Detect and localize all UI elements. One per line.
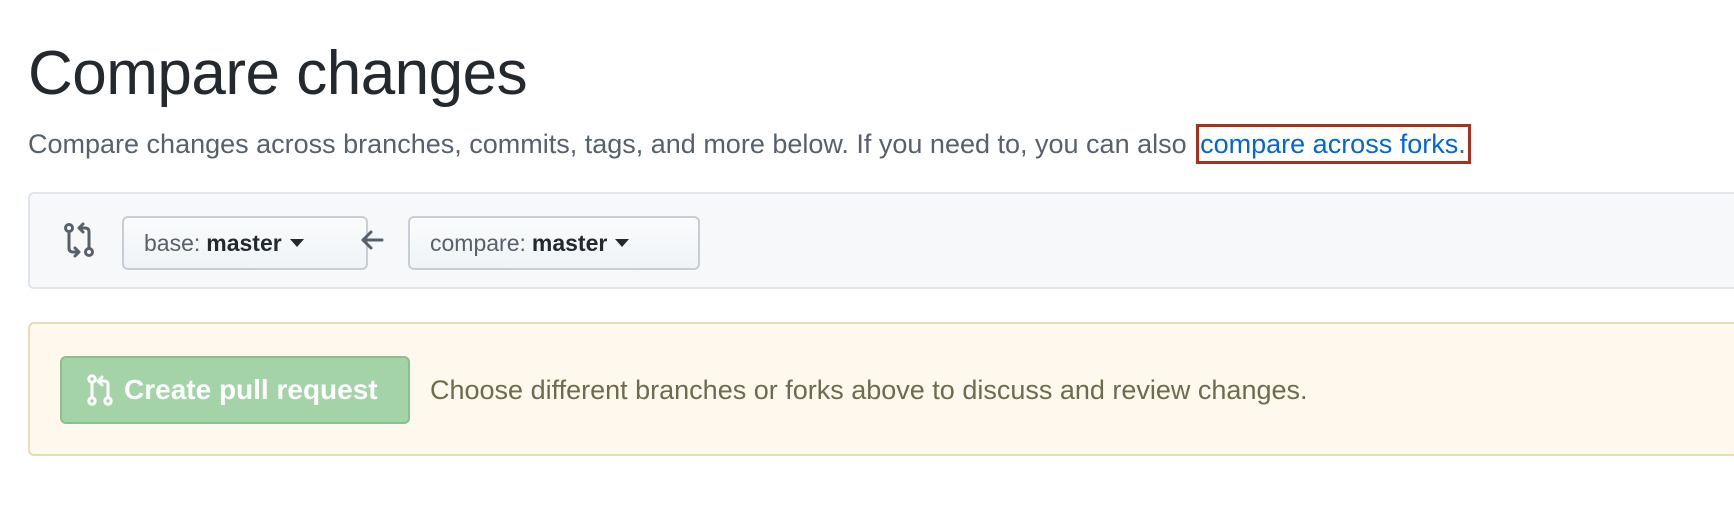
- base-label: base:: [144, 229, 201, 256]
- git-compare-icon: [64, 222, 94, 258]
- base-value: master: [206, 229, 282, 256]
- page-subtitle: Compare changes across branches, commits…: [28, 124, 1471, 164]
- flash-message: Choose different branches or forks above…: [430, 375, 1308, 405]
- compare-value: master: [531, 229, 608, 256]
- subtitle-text: Compare changes across branches, commits…: [28, 129, 1195, 159]
- compare-page: Compare changes Compare changes across b…: [0, 0, 1734, 522]
- git-pull-request-icon: [87, 374, 113, 406]
- create-pull-request-label: Create pull request: [124, 374, 378, 405]
- compare-flash: Create pull request Choose different bra…: [28, 322, 1734, 456]
- base-branch-select[interactable]: base: master: [122, 216, 368, 270]
- page-title: Compare changes: [28, 39, 528, 108]
- compare-label: compare:: [430, 229, 526, 256]
- compare-across-forks-link[interactable]: compare across forks: [1200, 129, 1458, 159]
- highlighted-link-box: compare across forks.: [1196, 124, 1471, 164]
- arrow-left-icon: [361, 230, 384, 250]
- range-editor: base: master compare: master: [28, 192, 1734, 289]
- subtitle-period: .: [1458, 129, 1466, 159]
- caret-down-icon: [289, 239, 304, 247]
- create-pull-request-button[interactable]: Create pull request: [60, 356, 410, 424]
- caret-down-icon: [615, 239, 630, 247]
- compare-branch-select[interactable]: compare: master: [408, 216, 700, 270]
